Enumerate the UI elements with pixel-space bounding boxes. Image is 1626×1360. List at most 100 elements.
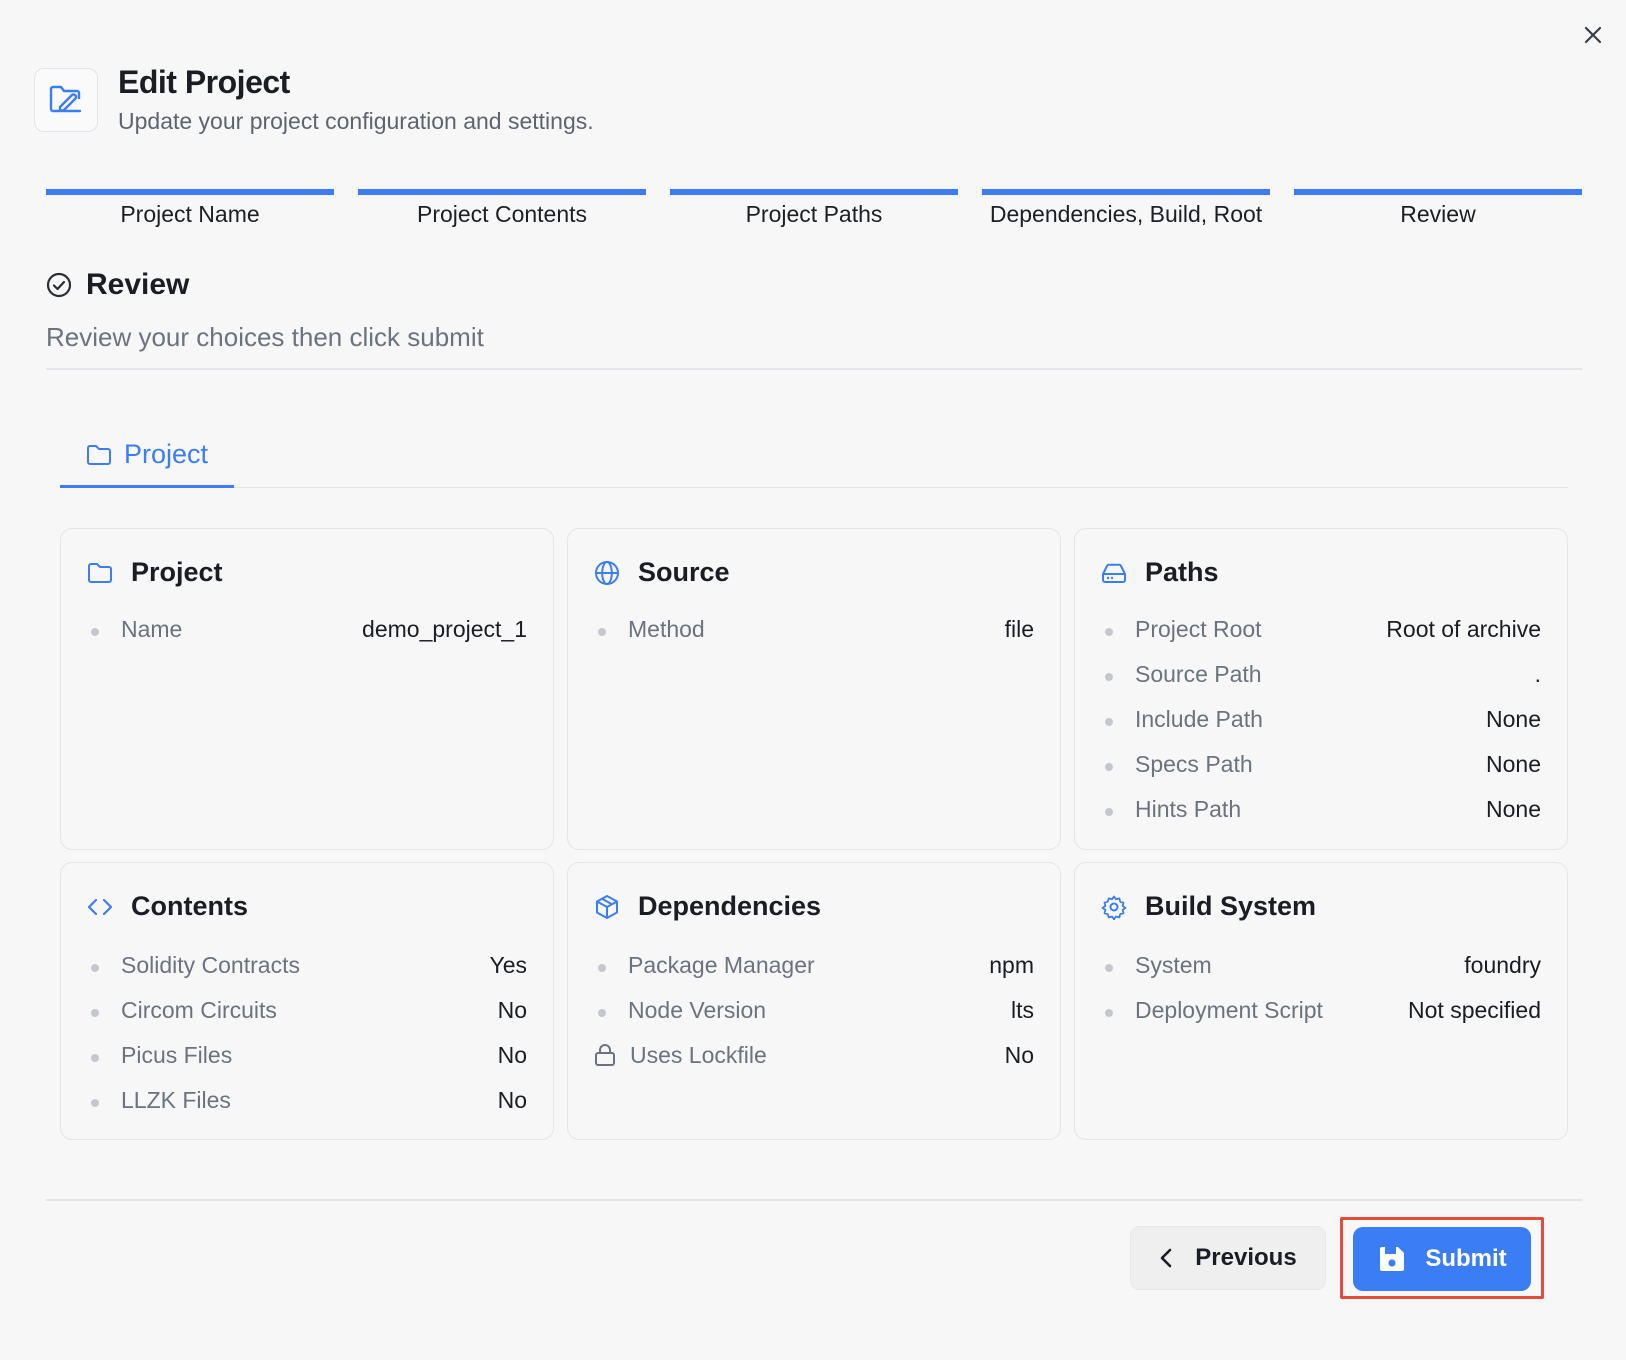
list-item: Hints Path None: [1101, 789, 1541, 829]
step-project-contents[interactable]: Project Contents: [358, 189, 646, 229]
card-title: Build System: [1145, 891, 1317, 921]
step-project-name[interactable]: Project Name: [46, 189, 334, 229]
row-label: Project Root: [1135, 615, 1262, 642]
row-label: Hints Path: [1135, 795, 1242, 822]
row-value: None: [1486, 705, 1541, 732]
row-label: LLZK Files: [121, 1086, 231, 1113]
card-title: Dependencies: [638, 891, 822, 921]
row-label: System: [1135, 951, 1212, 978]
row-value: Not specified: [1408, 996, 1541, 1023]
section-title: Review: [86, 268, 190, 301]
card-title: Project: [131, 557, 223, 587]
submit-label: Submit: [1425, 1245, 1507, 1272]
row-label: Name: [121, 615, 183, 642]
list-item: Project Root Root of archive: [1101, 609, 1541, 649]
bullet: [91, 964, 99, 972]
folder-icon: [88, 562, 112, 583]
contents-card: Contents Solidity Contracts Yes Circom C…: [60, 862, 554, 1140]
row-value: file: [1004, 615, 1034, 642]
list-item: Uses Lockfile No: [594, 1035, 1034, 1075]
row-label: Uses Lockfile: [630, 1041, 767, 1068]
list-item: Specs Path None: [1101, 744, 1541, 784]
gear-icon: [1101, 895, 1127, 920]
row-value: None: [1486, 795, 1541, 822]
dependencies-card: Dependencies Package Manager npm Node Ve…: [567, 862, 1061, 1140]
card-title: Paths: [1145, 557, 1219, 587]
list-item: Method file: [594, 609, 1034, 649]
row-value: Yes: [489, 951, 527, 978]
list-item: Package Manager npm: [594, 945, 1034, 985]
close-icon: [1584, 26, 1602, 44]
row-value: .: [1534, 660, 1541, 687]
section-subtitle: Review your choices then click submit: [46, 322, 484, 352]
step-label: Project Name: [120, 201, 260, 227]
row-value: Root of archive: [1386, 615, 1541, 642]
row-label: Node Version: [628, 996, 767, 1023]
bullet: [1105, 673, 1113, 681]
row-value: No: [1004, 1041, 1034, 1068]
list-item: LLZK Files No: [87, 1080, 527, 1120]
row-value: npm: [989, 951, 1034, 978]
list-item: Node Version lts: [594, 990, 1034, 1030]
row-value: None: [1486, 750, 1541, 777]
step-review[interactable]: Review: [1294, 189, 1582, 229]
row-label: Package Manager: [628, 951, 815, 978]
build-system-card: Build System System foundry Deployment S…: [1074, 862, 1568, 1140]
row-label: Specs Path: [1135, 750, 1253, 777]
list-item: Source Path .: [1101, 654, 1541, 694]
tab-project[interactable]: Project: [60, 424, 235, 488]
hard-drive-icon: [1102, 563, 1126, 583]
list-item: Picus Files No: [87, 1035, 527, 1075]
lock-icon: [595, 1044, 615, 1066]
step-dependencies-build-root[interactable]: Dependencies, Build, Root: [982, 189, 1270, 229]
chevron-left-icon: [1160, 1248, 1172, 1268]
tab-label: Project: [124, 439, 209, 469]
previous-button[interactable]: Previous: [1130, 1226, 1326, 1290]
bullet: [1105, 1009, 1113, 1017]
package-icon: [596, 894, 618, 919]
list-item: System foundry: [1101, 945, 1541, 985]
row-label: Source Path: [1135, 660, 1262, 687]
bullet: [91, 1054, 99, 1062]
row-value: demo_project_1: [362, 615, 527, 642]
list-item: Circom Circuits No: [87, 990, 527, 1030]
list-item: Solidity Contracts Yes: [87, 945, 527, 985]
list-item: Deployment Script Not specified: [1101, 990, 1541, 1030]
bullet: [1105, 763, 1113, 771]
paths-card: Paths Project Root Root of archive Sourc…: [1074, 528, 1568, 850]
row-value: foundry: [1464, 951, 1541, 978]
card-title: Source: [638, 557, 730, 587]
close-button[interactable]: [1578, 20, 1608, 50]
row-label: Circom Circuits: [121, 996, 277, 1023]
card-title: Contents: [131, 891, 248, 921]
check-circle-icon: [46, 272, 72, 298]
step-label: Project Paths: [745, 201, 883, 227]
row-label: Method: [628, 615, 705, 642]
bullet: [598, 1009, 606, 1017]
submit-button[interactable]: Submit: [1353, 1227, 1531, 1291]
tab-bar: Project: [60, 424, 1568, 488]
list-item: Name demo_project_1: [87, 609, 527, 649]
row-value: No: [497, 1086, 527, 1113]
bullet: [1105, 628, 1113, 636]
row-label: Solidity Contracts: [121, 951, 300, 978]
code-icon: [87, 898, 113, 915]
list-item: Include Path None: [1101, 699, 1541, 739]
step-project-paths[interactable]: Project Paths: [670, 189, 958, 229]
step-label: Project Contents: [416, 201, 588, 227]
previous-label: Previous: [1195, 1244, 1297, 1271]
source-card: Source Method file: [567, 528, 1061, 850]
bullet: [598, 964, 606, 972]
divider: [46, 1199, 1582, 1201]
row-label: Deployment Script: [1135, 996, 1323, 1023]
bullet: [1105, 808, 1113, 816]
section-header: Review: [46, 268, 189, 302]
save-icon: [1380, 1247, 1405, 1271]
page-subtitle: Update your project configuration and se…: [118, 108, 594, 134]
page-title: Edit Project: [118, 64, 290, 100]
bullet: [1105, 964, 1113, 972]
row-label: Picus Files: [121, 1041, 233, 1068]
folder-edit-icon: [34, 68, 98, 132]
row-value: lts: [1011, 996, 1034, 1023]
row-value: No: [497, 1041, 527, 1068]
